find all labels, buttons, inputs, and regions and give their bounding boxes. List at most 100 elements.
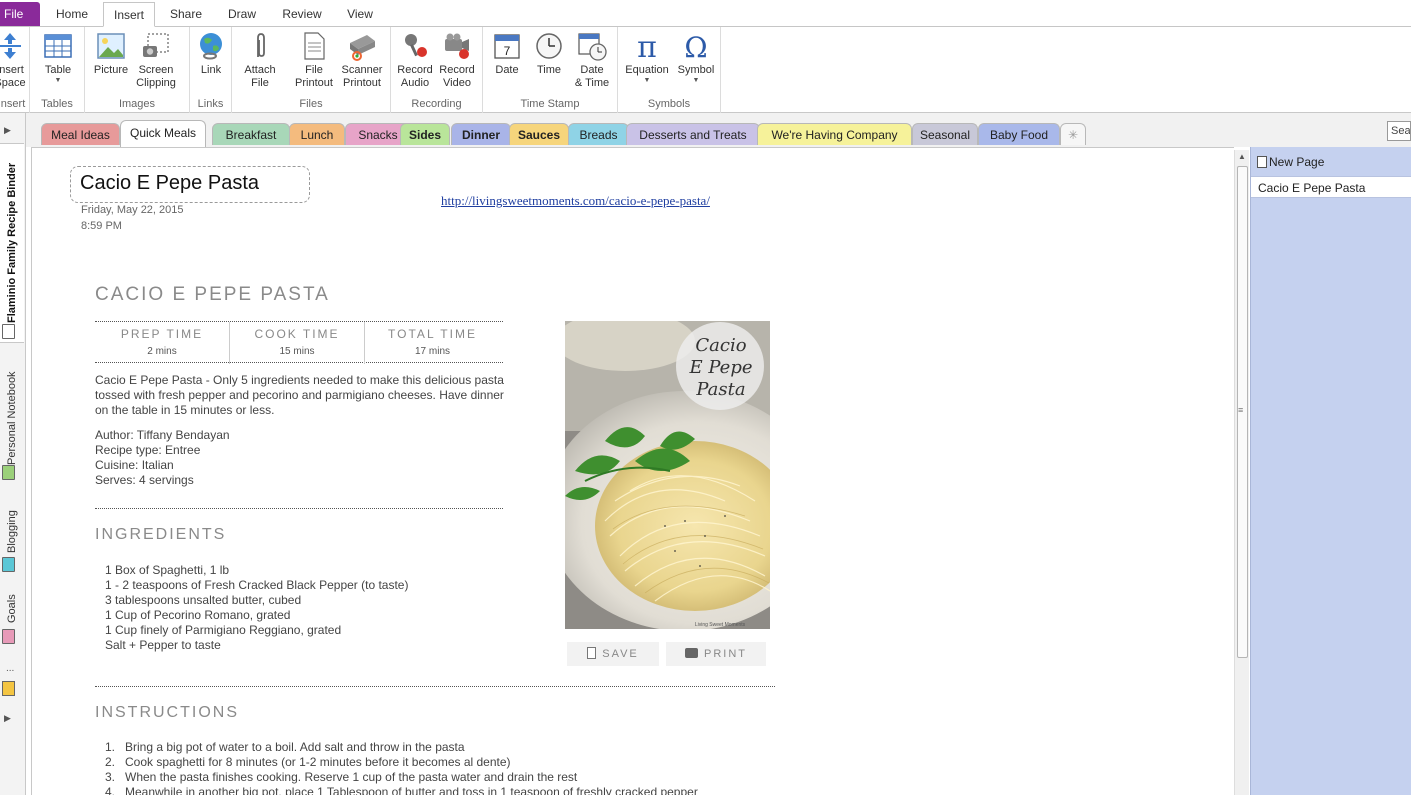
notebook-personal-notebook[interactable]: Personal Notebook <box>0 353 24 483</box>
section-tab-breads[interactable]: Breads <box>568 123 629 145</box>
section-tab-desserts-and-treats[interactable]: Desserts and Treats <box>626 123 760 145</box>
photo-overlay-line-1: Cacio <box>695 335 746 356</box>
group-label-tables: Tables <box>41 98 73 110</box>
section-tab-meal-ideas[interactable]: Meal Ideas <box>41 123 120 145</box>
record-video-button[interactable]: Record Video <box>437 31 477 90</box>
step-text: Bring a big pot of water to a boil. Add … <box>125 740 465 754</box>
date-time-button[interactable]: Date & Time <box>573 31 611 90</box>
prep-time-value: 2 mins <box>147 346 177 357</box>
attach-file-label-2: File <box>251 77 269 89</box>
section-tab-seasonal[interactable]: Seasonal <box>912 123 978 145</box>
section-tab-were-having-company[interactable]: We're Having Company <box>757 123 912 145</box>
section-tab-quick-meals[interactable]: Quick Meals <box>120 120 206 147</box>
tab-view[interactable]: View <box>339 2 381 27</box>
instructions-list: 1. Bring a big pot of water to a boil. Ad… <box>105 740 698 795</box>
list-item: Salt + Pepper to taste <box>105 638 221 652</box>
document-icon <box>587 647 597 659</box>
equation-button[interactable]: π Equation ▼ <box>622 31 672 85</box>
section-tab-sauces[interactable]: Sauces <box>509 123 569 145</box>
list-item: 1. Bring a big pot of water to a boil. Ad… <box>105 740 698 755</box>
search-input[interactable]: Sea <box>1387 121 1411 141</box>
section-tab-bar: Meal Ideas Quick Meals Breakfast Lunch S… <box>26 113 1411 147</box>
section-tab-baby-food[interactable]: Baby Food <box>978 123 1060 145</box>
time-button[interactable]: Time <box>531 31 567 77</box>
page-canvas[interactable]: Cacio E Pepe Pasta Friday, May 22, 2015 … <box>31 147 1234 795</box>
tab-home[interactable]: Home <box>48 2 96 27</box>
date-time-label-2: & Time <box>574 77 610 89</box>
tab-file[interactable]: File <box>0 2 40 26</box>
scanner-icon <box>350 35 375 61</box>
record-audio-label-1: Record <box>397 64 433 76</box>
symbol-button[interactable]: Ω Symbol ▼ <box>674 31 718 85</box>
step-number: 1. <box>105 740 116 754</box>
paperclip-icon <box>257 33 265 57</box>
notebook-flaminio-family-recipe-binder[interactable]: Flaminio Family Recipe Binder <box>0 143 24 343</box>
group-label-recording: Recording <box>411 98 462 110</box>
tab-share[interactable]: Share <box>163 2 209 27</box>
section-tab-breakfast[interactable]: Breakfast <box>212 123 290 145</box>
svg-text:Ω: Ω <box>684 31 707 61</box>
equation-dropdown-icon[interactable]: ▼ <box>622 77 672 85</box>
ribbon-tab-bar: File Home Insert Share Draw Review View <box>0 0 1411 27</box>
date-time-label-1: Date <box>580 64 604 76</box>
save-recipe-button[interactable]: SAVE <box>567 642 659 666</box>
more-notebooks[interactable]: ... <box>6 663 14 674</box>
section-tab-dinner[interactable]: Dinner <box>451 123 511 145</box>
scroll-up-icon[interactable]: ▲ <box>1238 152 1246 161</box>
unfiled-notes-icon[interactable] <box>2 681 15 696</box>
date-time-icon <box>578 33 607 61</box>
photo-overlay-line-3: Pasta <box>695 379 745 400</box>
expand-notebook-pane-icon[interactable]: ▶ <box>4 125 11 136</box>
tab-review[interactable]: Review <box>274 2 330 27</box>
screen-clipping-label-1: Screen <box>138 64 174 76</box>
tab-insert[interactable]: Insert <box>103 2 155 27</box>
file-printout-button[interactable]: File Printout <box>292 31 336 90</box>
date-button[interactable]: 7 Date <box>489 31 525 77</box>
recipe-author: Author: Tiffany Bendayan <box>95 428 230 442</box>
divider <box>95 686 775 687</box>
symbol-dropdown-icon[interactable]: ▼ <box>674 77 718 85</box>
step-text: When the pasta finishes cooking. Reserve… <box>125 770 578 784</box>
recipe-photo: Cacio E Pepe Pasta Living Sweet Moments <box>565 321 770 629</box>
vertical-scrollbar[interactable]: ▲ ≡ <box>1234 150 1249 795</box>
scanner-printout-button[interactable]: Scanner Printout <box>338 31 386 90</box>
table-button[interactable]: Table ▼ <box>40 31 76 85</box>
step-number: 3. <box>105 770 116 784</box>
list-item: 3. When the pasta finishes cooking. Reser… <box>105 770 698 785</box>
list-item: 2. Cook spaghetti for 8 minutes (or 1-2 m… <box>105 755 698 770</box>
section-tab-sides[interactable]: Sides <box>400 123 450 145</box>
section-tab-lunch[interactable]: Lunch <box>289 123 345 145</box>
source-link[interactable]: http://livingsweetmoments.com/cacio-e-pe… <box>441 193 710 209</box>
screen-clipping-label-2: Clipping <box>136 77 176 89</box>
insert-space-button[interactable]: Insert Space <box>0 31 28 90</box>
scrollbar-grip-icon: ≡ <box>1238 405 1244 415</box>
collapse-navigation-icon[interactable]: ▶ <box>4 713 11 724</box>
total-time-value: 17 mins <box>414 346 450 357</box>
printer-icon <box>685 648 698 658</box>
link-button[interactable]: Link <box>194 31 228 77</box>
svg-text:π: π <box>637 31 657 61</box>
group-label-timestamp: Time Stamp <box>520 98 580 110</box>
new-page-button[interactable]: New Page <box>1257 155 1324 169</box>
screen-clipping-button[interactable]: Screen Clipping <box>135 31 177 90</box>
table-dropdown-icon[interactable]: ▼ <box>40 77 76 85</box>
instructions-heading: INSTRUCTIONS <box>95 704 239 721</box>
attach-file-button[interactable]: Attach File <box>240 31 280 90</box>
picture-button[interactable]: Picture <box>91 31 131 77</box>
save-recipe-label: SAVE <box>602 648 639 660</box>
notebook-blogging[interactable]: Blogging <box>0 497 24 577</box>
list-item: 1 Box of Spaghetti, 1 lb <box>105 563 230 577</box>
print-recipe-button[interactable]: PRINT <box>666 642 766 666</box>
tab-draw[interactable]: Draw <box>220 2 264 27</box>
add-section-icon[interactable]: ✳ <box>1060 123 1086 145</box>
notebook-goals[interactable]: Goals <box>0 587 24 652</box>
record-audio-button[interactable]: Record Audio <box>395 31 435 90</box>
scanner-printout-label-1: Scanner <box>341 64 383 76</box>
page-item-cacio-e-pepe-pasta[interactable]: Cacio E Pepe Pasta <box>1251 176 1411 198</box>
date-label: Date <box>495 64 519 76</box>
group-label-links: Links <box>197 98 224 110</box>
page-title[interactable]: Cacio E Pepe Pasta <box>80 172 259 195</box>
table-icon <box>44 34 72 58</box>
group-label-files: Files <box>299 98 323 110</box>
notebook-label: Personal Notebook <box>6 371 18 465</box>
